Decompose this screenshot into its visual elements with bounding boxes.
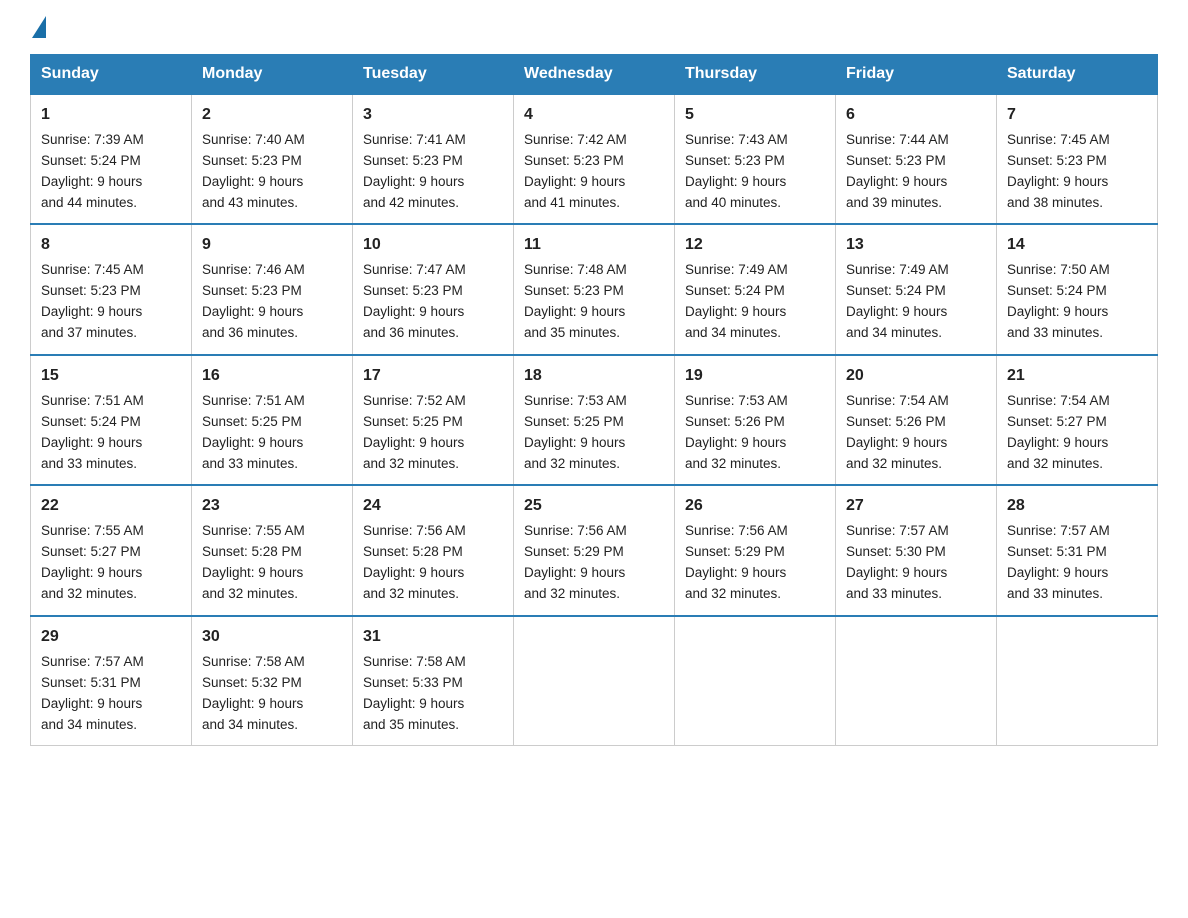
calendar-cell: 1Sunrise: 7:39 AMSunset: 5:24 PMDaylight… bbox=[31, 94, 192, 224]
day-number: 24 bbox=[363, 494, 503, 519]
calendar-cell: 7Sunrise: 7:45 AMSunset: 5:23 PMDaylight… bbox=[997, 94, 1158, 224]
day-number: 18 bbox=[524, 364, 664, 389]
calendar-cell: 18Sunrise: 7:53 AMSunset: 5:25 PMDayligh… bbox=[514, 355, 675, 485]
calendar-cell: 28Sunrise: 7:57 AMSunset: 5:31 PMDayligh… bbox=[997, 485, 1158, 615]
header-cell-friday: Friday bbox=[836, 55, 997, 95]
calendar-cell: 3Sunrise: 7:41 AMSunset: 5:23 PMDaylight… bbox=[353, 94, 514, 224]
calendar-cell bbox=[997, 616, 1158, 746]
header-cell-sunday: Sunday bbox=[31, 55, 192, 95]
day-number: 14 bbox=[1007, 233, 1147, 258]
calendar-cell: 8Sunrise: 7:45 AMSunset: 5:23 PMDaylight… bbox=[31, 224, 192, 354]
day-number: 21 bbox=[1007, 364, 1147, 389]
day-number: 29 bbox=[41, 625, 181, 650]
calendar-cell bbox=[836, 616, 997, 746]
day-number: 12 bbox=[685, 233, 825, 258]
calendar-cell: 21Sunrise: 7:54 AMSunset: 5:27 PMDayligh… bbox=[997, 355, 1158, 485]
day-number: 8 bbox=[41, 233, 181, 258]
day-number: 6 bbox=[846, 103, 986, 128]
logo-triangle-icon bbox=[32, 16, 46, 38]
day-number: 23 bbox=[202, 494, 342, 519]
calendar-cell: 6Sunrise: 7:44 AMSunset: 5:23 PMDaylight… bbox=[836, 94, 997, 224]
header-cell-saturday: Saturday bbox=[997, 55, 1158, 95]
day-number: 9 bbox=[202, 233, 342, 258]
header-row: SundayMondayTuesdayWednesdayThursdayFrid… bbox=[31, 55, 1158, 95]
day-number: 7 bbox=[1007, 103, 1147, 128]
week-row-4: 22Sunrise: 7:55 AMSunset: 5:27 PMDayligh… bbox=[31, 485, 1158, 615]
day-number: 2 bbox=[202, 103, 342, 128]
calendar-cell: 14Sunrise: 7:50 AMSunset: 5:24 PMDayligh… bbox=[997, 224, 1158, 354]
day-number: 27 bbox=[846, 494, 986, 519]
page-header bbox=[30, 20, 1158, 38]
calendar-cell: 15Sunrise: 7:51 AMSunset: 5:24 PMDayligh… bbox=[31, 355, 192, 485]
header-cell-tuesday: Tuesday bbox=[353, 55, 514, 95]
calendar-cell: 23Sunrise: 7:55 AMSunset: 5:28 PMDayligh… bbox=[192, 485, 353, 615]
day-number: 5 bbox=[685, 103, 825, 128]
calendar-cell: 16Sunrise: 7:51 AMSunset: 5:25 PMDayligh… bbox=[192, 355, 353, 485]
week-row-2: 8Sunrise: 7:45 AMSunset: 5:23 PMDaylight… bbox=[31, 224, 1158, 354]
calendar-cell bbox=[675, 616, 836, 746]
week-row-1: 1Sunrise: 7:39 AMSunset: 5:24 PMDaylight… bbox=[31, 94, 1158, 224]
day-number: 4 bbox=[524, 103, 664, 128]
calendar-cell: 17Sunrise: 7:52 AMSunset: 5:25 PMDayligh… bbox=[353, 355, 514, 485]
week-row-5: 29Sunrise: 7:57 AMSunset: 5:31 PMDayligh… bbox=[31, 616, 1158, 746]
calendar-cell: 22Sunrise: 7:55 AMSunset: 5:27 PMDayligh… bbox=[31, 485, 192, 615]
day-number: 3 bbox=[363, 103, 503, 128]
calendar-cell: 10Sunrise: 7:47 AMSunset: 5:23 PMDayligh… bbox=[353, 224, 514, 354]
logo bbox=[30, 20, 46, 38]
calendar-cell: 4Sunrise: 7:42 AMSunset: 5:23 PMDaylight… bbox=[514, 94, 675, 224]
calendar-cell: 11Sunrise: 7:48 AMSunset: 5:23 PMDayligh… bbox=[514, 224, 675, 354]
calendar-cell: 31Sunrise: 7:58 AMSunset: 5:33 PMDayligh… bbox=[353, 616, 514, 746]
day-number: 17 bbox=[363, 364, 503, 389]
day-number: 15 bbox=[41, 364, 181, 389]
calendar-cell: 24Sunrise: 7:56 AMSunset: 5:28 PMDayligh… bbox=[353, 485, 514, 615]
calendar-cell: 12Sunrise: 7:49 AMSunset: 5:24 PMDayligh… bbox=[675, 224, 836, 354]
day-number: 26 bbox=[685, 494, 825, 519]
day-number: 31 bbox=[363, 625, 503, 650]
calendar-cell: 19Sunrise: 7:53 AMSunset: 5:26 PMDayligh… bbox=[675, 355, 836, 485]
calendar-cell: 30Sunrise: 7:58 AMSunset: 5:32 PMDayligh… bbox=[192, 616, 353, 746]
day-number: 16 bbox=[202, 364, 342, 389]
day-number: 11 bbox=[524, 233, 664, 258]
day-number: 25 bbox=[524, 494, 664, 519]
calendar-cell: 29Sunrise: 7:57 AMSunset: 5:31 PMDayligh… bbox=[31, 616, 192, 746]
day-number: 13 bbox=[846, 233, 986, 258]
header-cell-wednesday: Wednesday bbox=[514, 55, 675, 95]
day-number: 19 bbox=[685, 364, 825, 389]
day-number: 22 bbox=[41, 494, 181, 519]
calendar-cell: 13Sunrise: 7:49 AMSunset: 5:24 PMDayligh… bbox=[836, 224, 997, 354]
calendar-cell bbox=[514, 616, 675, 746]
day-number: 30 bbox=[202, 625, 342, 650]
calendar-cell: 26Sunrise: 7:56 AMSunset: 5:29 PMDayligh… bbox=[675, 485, 836, 615]
calendar-cell: 9Sunrise: 7:46 AMSunset: 5:23 PMDaylight… bbox=[192, 224, 353, 354]
calendar-cell: 27Sunrise: 7:57 AMSunset: 5:30 PMDayligh… bbox=[836, 485, 997, 615]
day-number: 20 bbox=[846, 364, 986, 389]
header-cell-monday: Monday bbox=[192, 55, 353, 95]
day-number: 1 bbox=[41, 103, 181, 128]
calendar-cell: 5Sunrise: 7:43 AMSunset: 5:23 PMDaylight… bbox=[675, 94, 836, 224]
calendar-table: SundayMondayTuesdayWednesdayThursdayFrid… bbox=[30, 54, 1158, 746]
header-cell-thursday: Thursday bbox=[675, 55, 836, 95]
week-row-3: 15Sunrise: 7:51 AMSunset: 5:24 PMDayligh… bbox=[31, 355, 1158, 485]
day-number: 28 bbox=[1007, 494, 1147, 519]
calendar-cell: 20Sunrise: 7:54 AMSunset: 5:26 PMDayligh… bbox=[836, 355, 997, 485]
calendar-cell: 2Sunrise: 7:40 AMSunset: 5:23 PMDaylight… bbox=[192, 94, 353, 224]
calendar-cell: 25Sunrise: 7:56 AMSunset: 5:29 PMDayligh… bbox=[514, 485, 675, 615]
day-number: 10 bbox=[363, 233, 503, 258]
